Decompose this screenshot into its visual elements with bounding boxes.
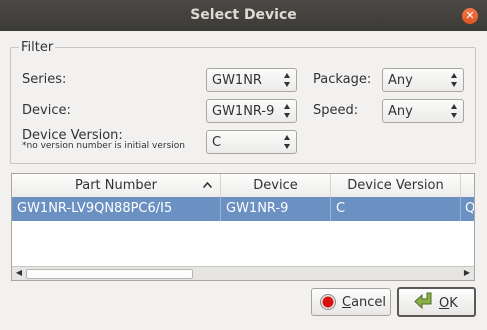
window-title: Select Device xyxy=(190,7,297,23)
stop-icon xyxy=(320,294,336,310)
cell-device: GW1NR-9 xyxy=(221,197,331,221)
spin-arrows-icon xyxy=(451,73,457,87)
series-value: GW1NR xyxy=(212,73,262,88)
speed-label: Speed: xyxy=(313,103,359,118)
cancel-button[interactable]: Cancel xyxy=(311,288,391,316)
speed-value: Any xyxy=(388,104,413,119)
spin-arrows-icon xyxy=(284,104,290,118)
device-combo[interactable]: GW1NR-9 xyxy=(206,99,297,123)
package-combo[interactable]: Any xyxy=(382,68,464,92)
scrollbar-thumb[interactable] xyxy=(26,269,193,279)
cancel-label: Cancel xyxy=(342,295,387,310)
series-label: Series: xyxy=(22,72,67,87)
ok-label: OK xyxy=(439,296,458,311)
column-header-extra[interactable] xyxy=(461,174,474,197)
column-header-part-number[interactable]: Part Number xyxy=(12,174,221,197)
table-header: Part Number Device Device Version xyxy=(12,174,474,198)
ok-button[interactable]: OK xyxy=(397,287,476,317)
title-bar: Select Device ✕ xyxy=(0,0,487,31)
series-combo[interactable]: GW1NR xyxy=(206,68,297,92)
filter-group-title: Filter xyxy=(19,40,56,55)
cell-part-number: GW1NR-LV9QN88PC6/I5 xyxy=(12,197,221,221)
column-header-device[interactable]: Device xyxy=(221,174,331,197)
spin-arrows-icon xyxy=(451,104,457,118)
column-header-label: Part Number xyxy=(74,178,158,193)
device-value: GW1NR-9 xyxy=(212,104,275,119)
package-label: Package: xyxy=(313,72,372,87)
speed-combo[interactable]: Any xyxy=(382,99,464,123)
cell-extra: Q xyxy=(461,197,474,221)
close-icon[interactable]: ✕ xyxy=(462,8,478,24)
package-value: Any xyxy=(388,73,413,88)
device-version-note: *no version number is initial version xyxy=(22,141,186,151)
device-version-value: C xyxy=(212,135,222,150)
device-table: Part Number Device Device Version GW1NR-… xyxy=(11,173,475,281)
horizontal-scrollbar[interactable]: ◀ ▶ xyxy=(12,266,474,280)
spin-arrows-icon xyxy=(284,73,290,87)
scroll-left-icon[interactable]: ◀ xyxy=(13,267,25,279)
device-version-combo[interactable]: C xyxy=(206,130,297,154)
column-header-device-version[interactable]: Device Version xyxy=(331,174,461,197)
dialog-body: Filter Series: GW1NR Package: Any Device… xyxy=(0,31,487,330)
cell-device-version: C xyxy=(331,197,461,221)
sort-ascending-icon xyxy=(203,182,212,188)
scroll-right-icon[interactable]: ▶ xyxy=(461,267,473,279)
ok-arrow-icon xyxy=(414,292,432,310)
device-label: Device: xyxy=(22,103,71,118)
spin-arrows-icon xyxy=(284,135,290,149)
table-row[interactable]: GW1NR-LV9QN88PC6/I5 GW1NR-9 C Q xyxy=(12,197,474,221)
